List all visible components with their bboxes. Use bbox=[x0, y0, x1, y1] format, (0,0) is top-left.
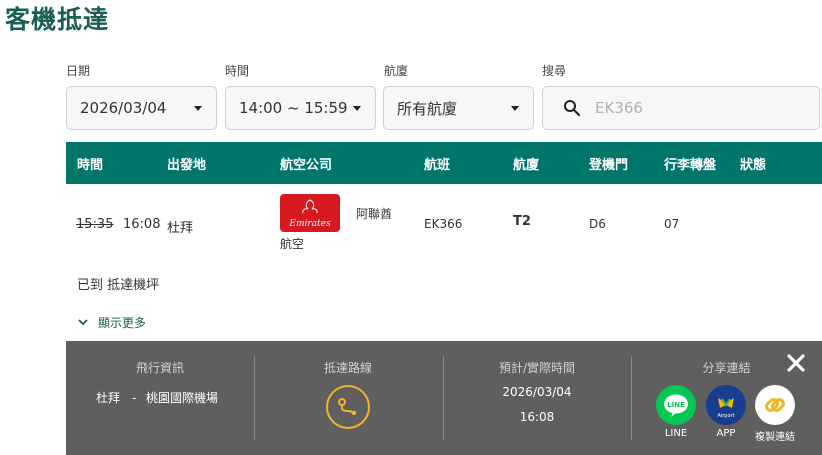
search-box[interactable] bbox=[542, 86, 820, 130]
route-title: 抵達路線 bbox=[323, 361, 372, 375]
copy-link-button[interactable] bbox=[755, 385, 795, 425]
chevron-down-icon bbox=[194, 106, 202, 111]
date-value: 2026/03/04 bbox=[80, 99, 167, 117]
terminal-select[interactable]: 所有航廈 bbox=[383, 86, 534, 130]
share-line-button[interactable]: LINE bbox=[656, 385, 696, 425]
airline-logo: Emirates bbox=[280, 194, 340, 232]
route-to: 桃園國際機場 bbox=[146, 391, 219, 405]
airline-name-line2: 航空 bbox=[280, 237, 305, 251]
show-more-button[interactable]: 顯示更多 bbox=[78, 314, 146, 331]
terminal-value: 所有航廈 bbox=[397, 99, 458, 118]
date-label: 日期 bbox=[66, 64, 91, 78]
detail-date: 2026/03/04 bbox=[502, 385, 572, 399]
share-app-button[interactable]: Airport bbox=[706, 385, 746, 425]
col-status: 狀態 bbox=[740, 158, 767, 173]
actual-time: 16:08 bbox=[123, 217, 161, 232]
app-icon: Airport bbox=[706, 385, 746, 425]
date-select[interactable]: 2026/03/04 bbox=[66, 86, 217, 130]
scheduled-time: 15:35 bbox=[76, 217, 114, 232]
table-row[interactable]: 15:35 16:08 杜拜 Emirates 阿聯酋 航空 EK366 T2 … bbox=[66, 184, 822, 340]
time-title: 預計/實際時間 bbox=[498, 361, 576, 375]
chevron-down-icon bbox=[511, 106, 519, 111]
page-title: 客機抵達 bbox=[5, 5, 110, 34]
close-icon[interactable] bbox=[786, 353, 806, 373]
carousel-value: 07 bbox=[664, 217, 680, 231]
col-carousel: 行李轉盤 bbox=[664, 158, 717, 173]
chevron-down-icon bbox=[78, 319, 88, 326]
line-icon: LINE bbox=[664, 394, 688, 417]
flight-number: EK366 bbox=[424, 217, 463, 231]
terminal-value: T2 bbox=[513, 214, 531, 229]
col-time: 時間 bbox=[77, 158, 104, 173]
col-terminal: 航廈 bbox=[513, 158, 540, 173]
col-origin: 出發地 bbox=[167, 158, 207, 173]
chevron-down-icon bbox=[353, 106, 361, 111]
time-label: 時間 bbox=[225, 64, 250, 78]
gate-value: D6 bbox=[589, 217, 606, 231]
flight-detail-panel: 飛行資訊 杜拜 - 桃園國際機場 抵達路線 預計/實際時間 2026/03/04… bbox=[66, 341, 822, 455]
show-more-label: 顯示更多 bbox=[98, 316, 147, 330]
detail-time: 16:08 bbox=[519, 410, 555, 424]
route-from: 杜拜 bbox=[96, 391, 121, 405]
search-icon bbox=[564, 100, 581, 117]
airline-name-line1: 阿聯酋 bbox=[356, 207, 393, 221]
table-header: 時間 出發地 航空公司 航班 航廈 登機門 行李轉盤 狀態 bbox=[66, 142, 822, 184]
status-detail: 已到 抵達機坪 bbox=[77, 278, 160, 293]
time-value: 14:00 ~ 15:59 bbox=[239, 99, 348, 117]
route-separator: - bbox=[132, 391, 137, 405]
time-select[interactable]: 14:00 ~ 15:59 bbox=[225, 86, 376, 130]
search-label: 搜尋 bbox=[542, 64, 567, 78]
flight-info-title: 飛行資訊 bbox=[135, 361, 184, 375]
search-input[interactable] bbox=[595, 99, 795, 117]
terminal-label: 航廈 bbox=[384, 64, 409, 78]
col-airline: 航空公司 bbox=[280, 158, 333, 173]
link-icon bbox=[765, 398, 785, 412]
col-gate: 登機門 bbox=[589, 158, 629, 173]
airline-logo-text: Emirates bbox=[288, 219, 331, 229]
line-icon-text: LINE bbox=[667, 401, 685, 409]
copy-link-label: 複製連結 bbox=[755, 432, 795, 443]
app-icon-text: Airport bbox=[717, 413, 734, 419]
origin: 杜拜 bbox=[167, 221, 194, 236]
route-icon[interactable] bbox=[325, 384, 371, 430]
col-flight: 航班 bbox=[424, 158, 451, 173]
